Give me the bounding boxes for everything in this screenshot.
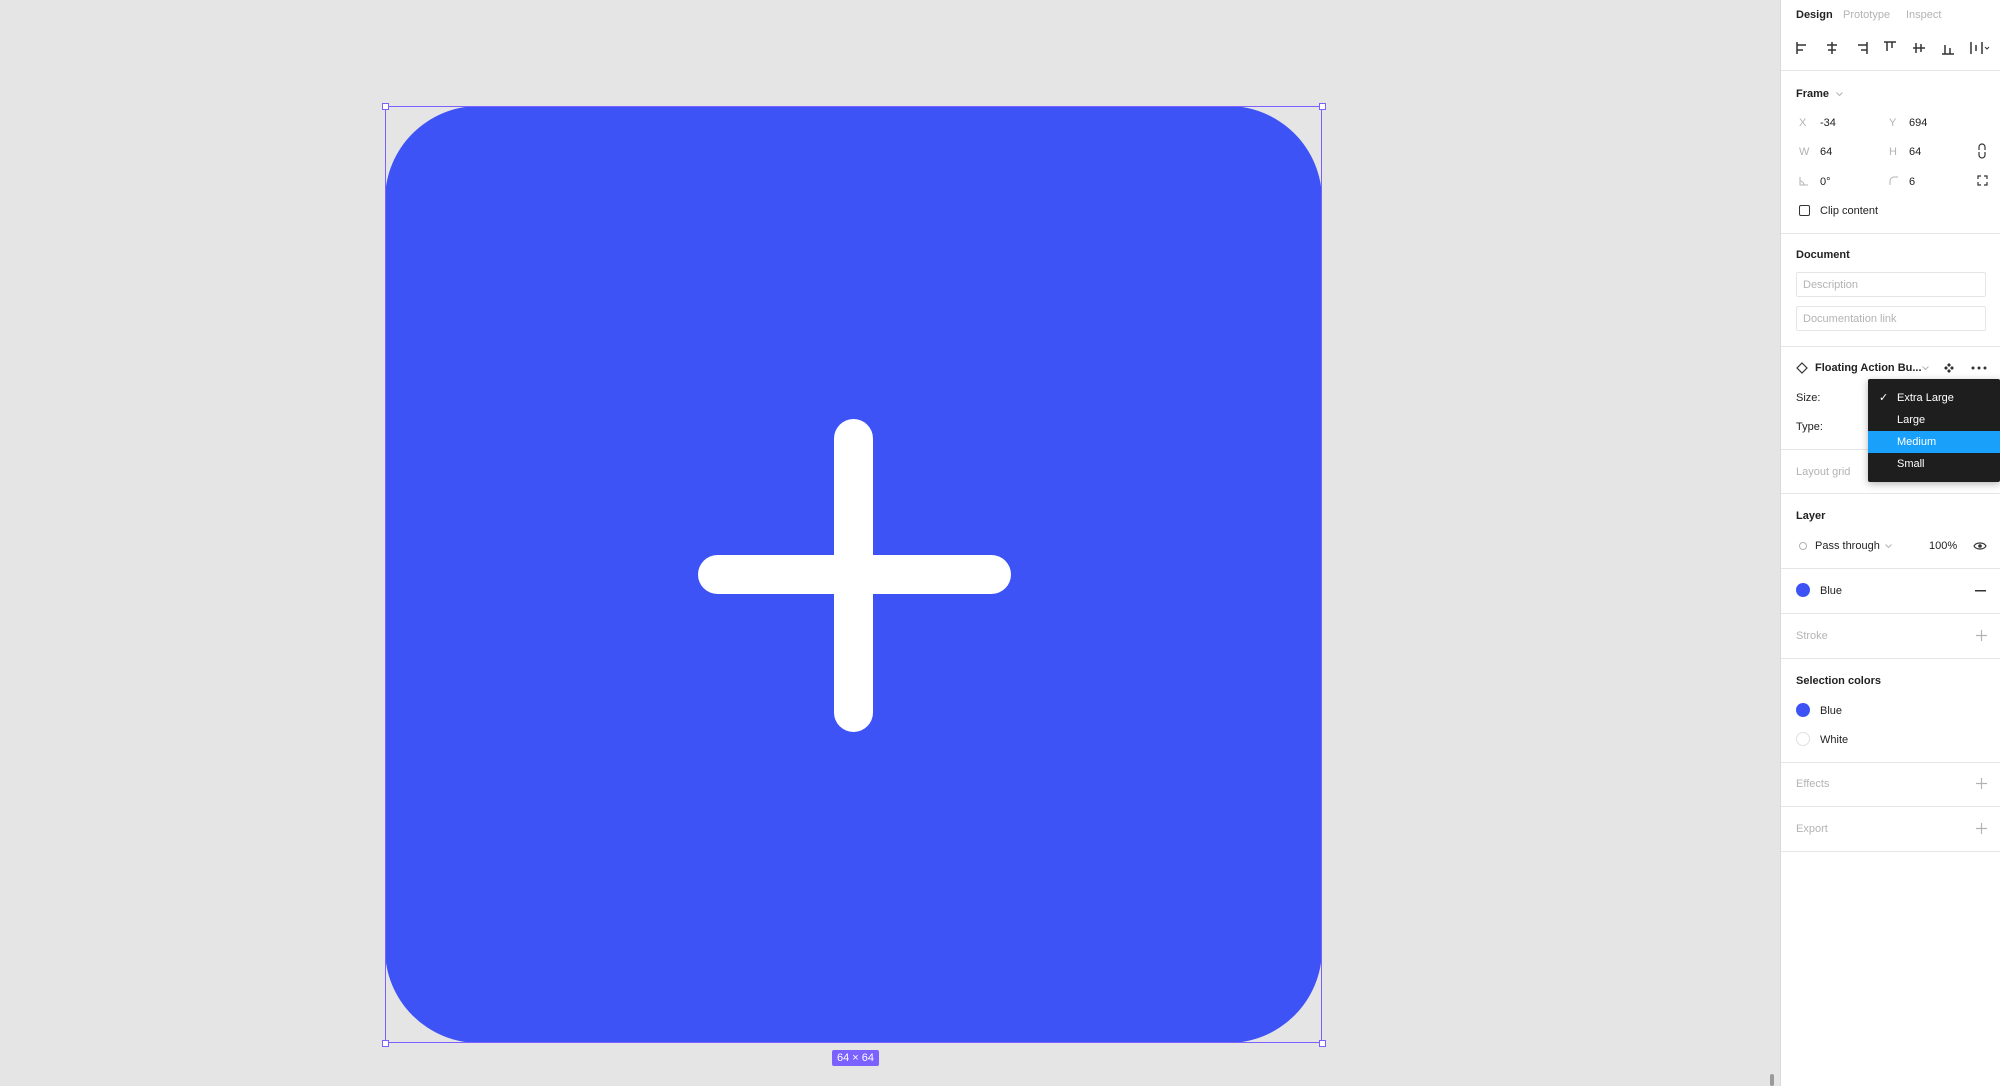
width-input[interactable]: 64 [1820,146,1832,158]
divider [1781,346,2000,347]
chevron-down-icon[interactable] [1836,92,1843,97]
x-label: X [1799,117,1807,129]
selection-color-name[interactable]: White [1820,734,1848,746]
clip-content-label[interactable]: Clip content [1820,205,1878,217]
dropdown-option-medium[interactable]: Medium [1868,431,2000,453]
option-label: Small [1897,458,1925,470]
fill-color-swatch[interactable] [1796,583,1810,597]
checkmark-icon: ✓ [1879,392,1889,404]
y-label: Y [1889,117,1897,129]
h-label: H [1889,146,1897,158]
independent-corners-icon[interactable] [1977,175,1988,186]
divider [1781,70,2000,71]
selection-color-name[interactable]: Blue [1820,705,1842,717]
fill-style-name[interactable]: Blue [1820,585,1842,597]
layer-section-title: Layer [1796,510,1826,522]
go-to-main-component-icon[interactable] [1943,362,1955,374]
corner-radius-input[interactable]: 6 [1909,176,1915,188]
clip-content-checkbox[interactable] [1799,205,1810,216]
stroke-section-title: Stroke [1796,630,1828,642]
option-label: Medium [1897,436,1937,448]
size-badge: 64 × 64 [832,1050,880,1066]
align-horizontal-center-icon[interactable] [1825,41,1839,55]
description-input[interactable] [1796,272,1986,297]
rotation-input[interactable]: 0° [1820,176,1831,188]
properties-panel: Design Prototype Inspect Frame X -34 Y 6… [1780,0,2000,1086]
resize-handle-top-left[interactable] [382,103,389,110]
layout-grid-section-title[interactable]: Layout grid [1796,466,1850,478]
type-property-label: Type: [1796,421,1823,433]
divider [1781,493,2000,494]
tab-prototype[interactable]: Prototype [1843,9,1890,21]
corner-radius-icon [1889,176,1898,185]
align-vertical-center-icon[interactable] [1912,41,1926,55]
resize-handle-bottom-left[interactable] [382,1040,389,1047]
dropdown-option-small[interactable]: Small [1868,453,2000,475]
divider [1781,568,2000,569]
blend-mode-icon [1799,542,1807,550]
remove-fill-icon[interactable] [1975,590,1986,592]
option-label: Extra Large [1897,392,1954,404]
design-canvas[interactable]: 64 × 64 [0,0,1780,1086]
tab-design[interactable]: Design [1796,9,1833,21]
resize-handle-bottom-right[interactable] [1319,1040,1326,1047]
more-options-icon[interactable] [1971,366,1987,370]
add-stroke-icon[interactable] [1976,630,1987,641]
height-input[interactable]: 64 [1909,146,1921,158]
selection-colors-section-title: Selection colors [1796,675,1881,687]
align-right-icon[interactable] [1854,41,1868,55]
divider [1781,762,2000,763]
blend-mode-select[interactable]: Pass through [1815,540,1880,552]
divider [1781,233,2000,234]
align-left-icon[interactable] [1796,41,1810,55]
distribute-spacing-icon[interactable] [1970,41,1990,55]
dropdown-option-extra-large[interactable]: ✓ Extra Large [1868,387,2000,409]
option-label: Large [1897,414,1926,426]
documentation-link-input[interactable] [1796,306,1986,331]
divider [1781,658,2000,659]
export-section-title: Export [1796,823,1828,835]
opacity-input[interactable]: 100% [1929,540,1957,552]
constrain-proportions-icon[interactable] [1977,143,1987,159]
add-effect-icon[interactable] [1976,778,1987,789]
component-instance-icon [1796,362,1808,374]
canvas-scrollbar[interactable] [1770,1074,1774,1086]
plus-icon-horizontal-bar [698,555,1011,594]
align-top-icon[interactable] [1883,41,1897,55]
divider [1781,851,2000,852]
divider [1781,806,2000,807]
selection-color-swatch-white[interactable] [1796,732,1810,746]
add-export-icon[interactable] [1976,823,1987,834]
document-section-title: Document [1796,249,1850,261]
eye-icon[interactable] [1973,541,1987,551]
chevron-down-icon[interactable] [1922,366,1929,371]
resize-handle-top-right[interactable] [1319,103,1326,110]
component-name[interactable]: Floating Action Bu... [1815,362,1922,374]
chevron-down-icon[interactable] [1885,544,1892,549]
x-input[interactable]: -34 [1820,117,1836,129]
size-property-label: Size: [1796,392,1821,404]
tab-inspect[interactable]: Inspect [1906,9,1941,21]
floating-action-button-component[interactable] [385,106,1322,1043]
effects-section-title: Effects [1796,778,1830,790]
selection-color-swatch-blue[interactable] [1796,703,1810,717]
rotation-icon [1799,177,1808,186]
divider [1781,613,2000,614]
dropdown-option-large[interactable]: Large [1868,409,2000,431]
y-input[interactable]: 694 [1909,117,1927,129]
align-bottom-icon[interactable] [1941,41,1955,55]
w-label: W [1799,146,1810,158]
size-variant-dropdown[interactable]: ✓ Extra Large Large Medium Small [1868,379,2000,482]
frame-section-title[interactable]: Frame [1796,88,1829,100]
